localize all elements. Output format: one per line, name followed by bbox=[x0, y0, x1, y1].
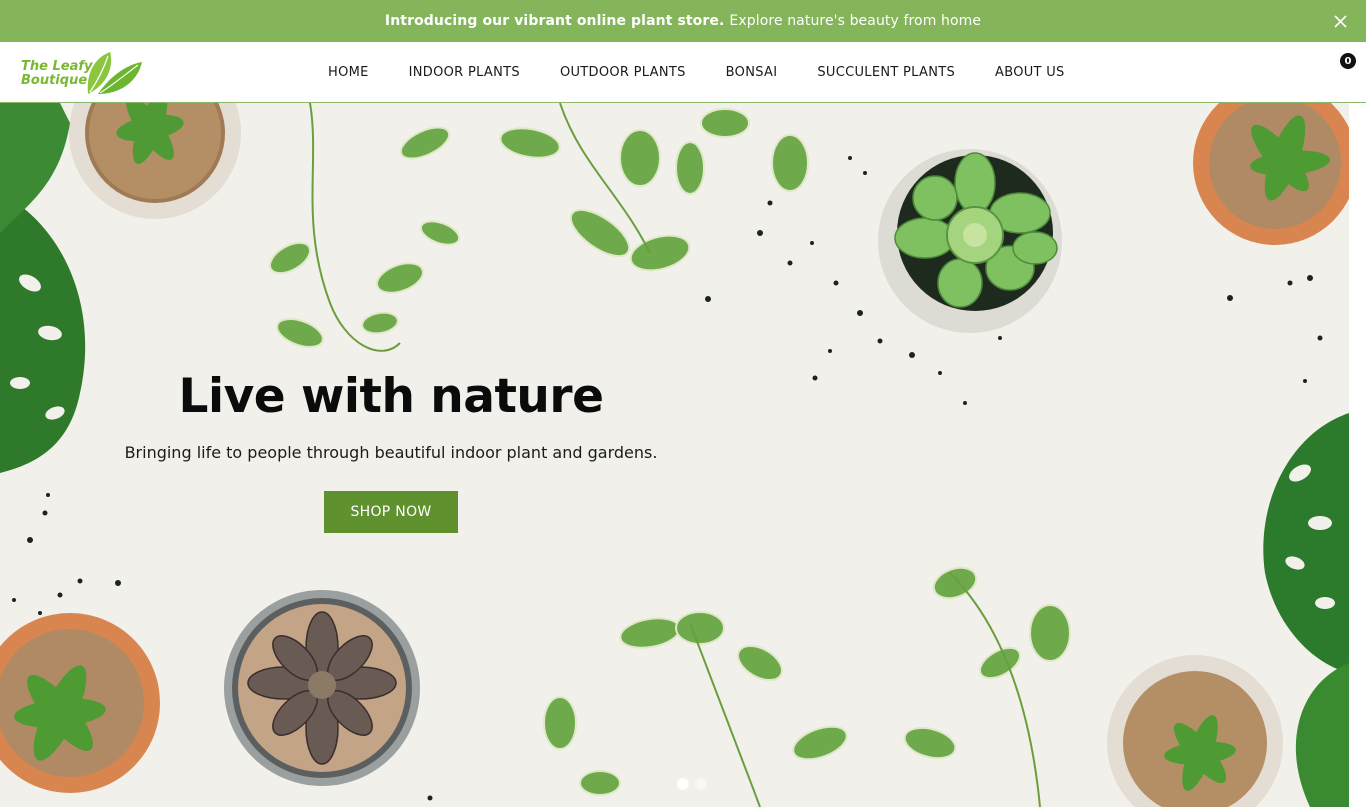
leaf-icon bbox=[87, 52, 142, 94]
nav-item-indoor-plants[interactable]: INDOOR PLANTS bbox=[409, 65, 520, 80]
logo-text: The Leafy Boutique bbox=[21, 60, 92, 88]
main-nav: HOME INDOOR PLANTS OUTDOOR PLANTS BONSAI… bbox=[328, 42, 1105, 102]
shop-now-button[interactable]: SHOP NOW bbox=[324, 491, 458, 533]
logo[interactable]: The Leafy Boutique bbox=[20, 50, 145, 96]
nav-item-outdoor-plants[interactable]: OUTDOOR PLANTS bbox=[560, 65, 686, 80]
page-scrollbar[interactable] bbox=[1349, 103, 1366, 807]
logo-line-2: Boutique bbox=[21, 73, 88, 88]
logo-line-1: The Leafy bbox=[21, 59, 93, 74]
hero-title: Live with nature bbox=[178, 369, 604, 424]
slider-dot-1[interactable] bbox=[677, 778, 689, 790]
hero-subtitle: Bringing life to people through beautifu… bbox=[124, 443, 658, 462]
slider-dots bbox=[677, 778, 707, 790]
nav-item-about-us[interactable]: ABOUT US bbox=[995, 65, 1065, 80]
cart-count-badge: 0 bbox=[1340, 53, 1356, 69]
announcement-text: Explore nature's beauty from home bbox=[729, 13, 982, 29]
hero-banner: Live with nature Bringing life to people… bbox=[0, 103, 1349, 807]
close-icon[interactable] bbox=[1330, 11, 1350, 31]
announcement-bold-text: Introducing our vibrant online plant sto… bbox=[384, 13, 725, 29]
slider-dot-2[interactable] bbox=[695, 778, 707, 790]
nav-item-home[interactable]: HOME bbox=[328, 65, 369, 80]
site-header: The Leafy Boutique HOME INDOOR PLANTS OU… bbox=[0, 42, 1366, 103]
announcement-bar: Introducing our vibrant online plant sto… bbox=[0, 0, 1366, 42]
nav-item-succulent-plants[interactable]: SUCCULENT PLANTS bbox=[817, 65, 955, 80]
cart-button[interactable]: 0 bbox=[1340, 53, 1358, 71]
nav-item-bonsai[interactable]: BONSAI bbox=[726, 65, 778, 80]
